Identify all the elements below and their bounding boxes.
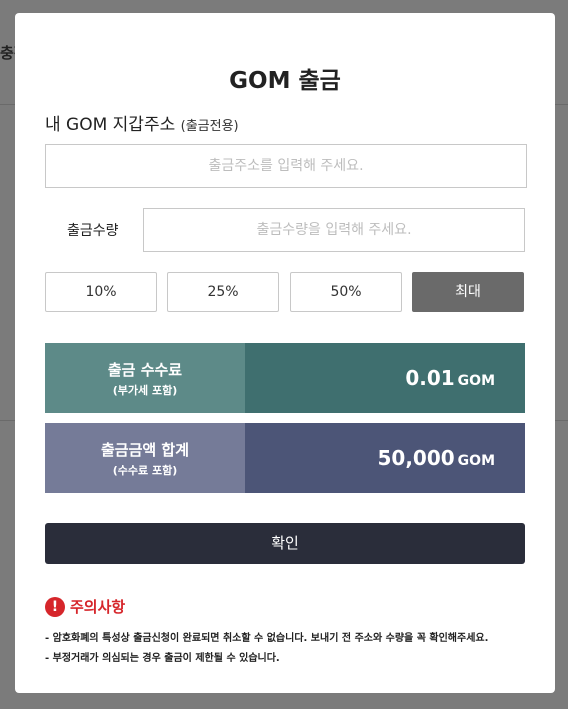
address-label-text: 내 GOM 지갑주소 [45, 115, 176, 135]
modal-title: GOM 출금 [229, 68, 341, 94]
confirm-button[interactable]: 확인 [45, 523, 525, 564]
percent-50-button[interactable]: 50% [290, 272, 402, 312]
total-sub-label: (수수료 포함) [112, 464, 178, 477]
address-label: 내 GOM 지갑주소 (출금전용) [45, 110, 239, 135]
total-label-block: 출금금액 합계 (수수료 포함) [45, 423, 245, 493]
total-label: 출금금액 합계 [100, 441, 190, 459]
notice-line: - 암호화폐의 특성상 출금신청이 완료되면 취소할 수 없습니다. 보내기 전… [45, 633, 489, 644]
address-label-note: (출금전용) [180, 119, 239, 134]
fee-sub-label: (부가세 포함) [112, 384, 178, 397]
fee-unit: GOM [457, 373, 495, 389]
withdraw-amount-input[interactable] [143, 208, 525, 252]
max-button[interactable]: 최대 [412, 272, 524, 312]
total-panel: 출금금액 합계 (수수료 포함) 50,000 GOM [45, 423, 525, 493]
fee-value-block: 0.01 GOM [245, 343, 525, 413]
percent-10-button[interactable]: 10% [45, 272, 157, 312]
wallet-address-input[interactable] [45, 144, 527, 188]
notice-title: 주의사항 [70, 598, 126, 616]
fee-label: 출금 수수료 [107, 361, 183, 379]
total-unit: GOM [457, 453, 495, 469]
notice-line: - 부정거래가 의심되는 경우 출금이 제한될 수 있습니다. [45, 653, 280, 664]
fee-value: 0.01 [405, 366, 455, 390]
fee-label-block: 출금 수수료 (부가세 포함) [45, 343, 245, 413]
amount-label: 출금수량 [67, 223, 119, 239]
total-value: 50,000 [377, 446, 455, 470]
fee-panel: 출금 수수료 (부가세 포함) 0.01 GOM [45, 343, 525, 413]
percent-25-button[interactable]: 25% [167, 272, 279, 312]
notice-heading: ! 주의사항 [45, 596, 125, 617]
total-value-block: 50,000 GOM [245, 423, 525, 493]
withdraw-modal: GOM 출금 내 GOM 지갑주소 (출금전용) 출금수량 10% 25% 50… [15, 13, 555, 693]
alert-icon: ! [45, 596, 65, 617]
